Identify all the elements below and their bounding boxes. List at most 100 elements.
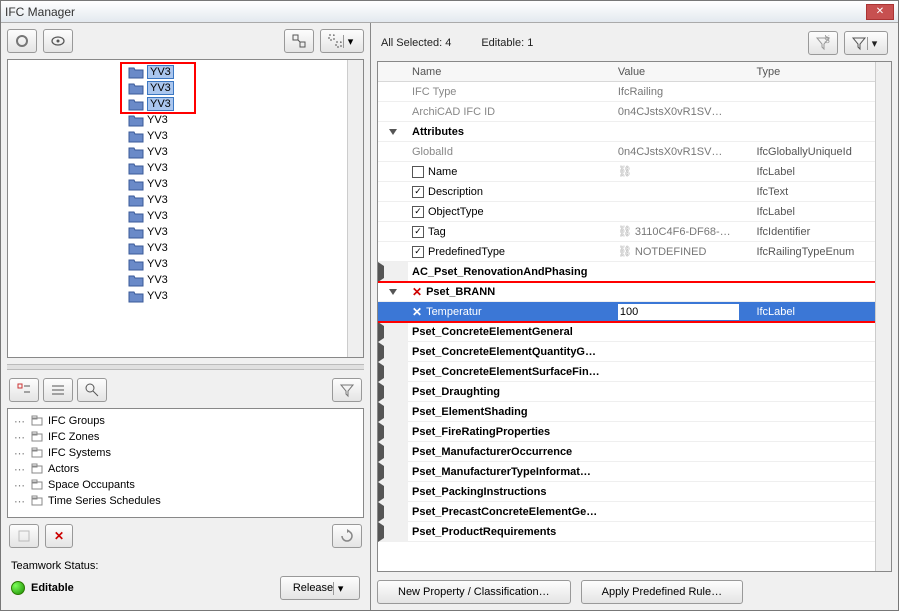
lower-tree-item[interactable]: ⋯IFC Groups: [14, 413, 357, 429]
lower-tree[interactable]: ⋯IFC Groups⋯IFC Zones⋯IFC Systems⋯Actors…: [7, 408, 364, 518]
group-row[interactable]: Pset_ElementShading: [378, 402, 891, 422]
titlebar: IFC Manager ✕: [1, 1, 898, 23]
delete-item-button[interactable]: ✕: [45, 524, 73, 548]
expander-icon[interactable]: [378, 462, 408, 482]
window-title: IFC Manager: [5, 5, 866, 19]
close-button[interactable]: ✕: [866, 4, 894, 20]
refresh-icon-button[interactable]: [332, 524, 362, 548]
group-row[interactable]: Pset_ConcreteElementQuantityG…: [378, 342, 891, 362]
tree-item[interactable]: YV3: [8, 208, 363, 224]
group-row[interactable]: Pset_ManufacturerOccurrence: [378, 442, 891, 462]
left-splitter[interactable]: [7, 364, 364, 370]
prop-scrollbar[interactable]: [875, 62, 891, 571]
property-panel[interactable]: Name Value Type IFC TypeIfcRailing Archi…: [377, 61, 892, 572]
tree-item[interactable]: YV3: [8, 64, 363, 80]
tree-item[interactable]: YV3: [8, 256, 363, 272]
checkbox[interactable]: ✓: [412, 186, 424, 198]
right-panel: All Selected: 4 Editable: 1 § ▾ Name Val…: [371, 23, 898, 610]
group-row[interactable]: Pset_ConcreteElementSurfaceFin…: [378, 362, 891, 382]
tree-item-label: YV3: [147, 194, 168, 206]
tree-item[interactable]: YV3: [8, 240, 363, 256]
lower-tree-item[interactable]: ⋯Time Series Schedules: [14, 493, 357, 509]
window: IFC Manager ✕ ▾ YV3YV3YV3YV3YV3YV3YV3YV3…: [0, 0, 899, 611]
tree-item[interactable]: YV3: [8, 272, 363, 288]
list-icon-button[interactable]: [43, 378, 73, 402]
lower-tree-item[interactable]: ⋯Space Occupants: [14, 477, 357, 493]
group-row[interactable]: Pset_PrecastConcreteElementGe…: [378, 502, 891, 522]
lower-tree-item[interactable]: ⋯IFC Zones: [14, 429, 357, 445]
tree-item[interactable]: YV3: [8, 80, 363, 96]
toggle-b-button[interactable]: ▾: [320, 29, 364, 53]
expander-icon[interactable]: [389, 129, 397, 135]
lower-tree-item[interactable]: ⋯Actors: [14, 461, 357, 477]
lower-tree-label: IFC Zones: [48, 431, 99, 443]
expander-icon[interactable]: [378, 362, 408, 382]
tree-item[interactable]: YV3: [8, 96, 363, 112]
expander-icon[interactable]: [378, 482, 408, 502]
filter-funnel-button[interactable]: [332, 378, 362, 402]
expander-icon[interactable]: [378, 322, 408, 342]
group-row[interactable]: Pset_ConcreteElementGeneral: [378, 322, 891, 342]
assign-icon-button[interactable]: [9, 378, 39, 402]
expander-icon[interactable]: [378, 522, 408, 542]
group-row[interactable]: Pset_Draughting: [378, 382, 891, 402]
left-panel: ▾ YV3YV3YV3YV3YV3YV3YV3YV3YV3YV3YV3YV3YV…: [1, 23, 371, 610]
group-row[interactable]: Pset_PackingInstructions: [378, 482, 891, 502]
tree-item[interactable]: YV3: [8, 160, 363, 176]
filter-dropdown-button[interactable]: ▾: [844, 31, 888, 55]
checkbox[interactable]: [412, 166, 424, 178]
lower-tree-label: Space Occupants: [48, 479, 135, 491]
checkbox[interactable]: ✓: [412, 246, 424, 258]
prop-row: ✓Tag⛓ 3110C4F6-DF68-…IfcIdentifier: [378, 222, 891, 242]
tree-item[interactable]: YV3: [8, 224, 363, 240]
lower-tree-item[interactable]: ⋯IFC Systems: [14, 445, 357, 461]
prop-row: ✓DescriptionIfcText: [378, 182, 891, 202]
toggle-a-button[interactable]: [284, 29, 314, 53]
release-button[interactable]: Release ▾: [280, 576, 360, 600]
expander-icon[interactable]: [378, 402, 408, 422]
expander-icon[interactable]: [378, 422, 408, 442]
new-item-button[interactable]: [9, 524, 39, 548]
expander-icon[interactable]: [389, 289, 397, 295]
lower-toolbar: [7, 376, 364, 404]
tree-item[interactable]: YV3: [8, 176, 363, 192]
group-row-brann[interactable]: ✕ Pset_BRANN: [378, 282, 891, 302]
expander-icon[interactable]: [378, 262, 408, 282]
delete-x-icon[interactable]: ✕: [412, 305, 422, 319]
new-property-button[interactable]: New Property / Classification…: [377, 580, 571, 604]
chevron-down-icon[interactable]: ▾: [343, 35, 357, 48]
checkbox[interactable]: ✓: [412, 206, 424, 218]
search-icon-button[interactable]: [77, 378, 107, 402]
group-row-attributes[interactable]: Attributes: [378, 122, 891, 142]
group-row[interactable]: Pset_ManufacturerTypeInformat…: [378, 462, 891, 482]
group-row[interactable]: AC_Pset_RenovationAndPhasing: [378, 262, 891, 282]
filter-settings-button[interactable]: §: [808, 31, 838, 55]
checkbox[interactable]: ✓: [412, 226, 424, 238]
tree-item[interactable]: YV3: [8, 112, 363, 128]
prop-row: GlobalId0n4CJstsX0vR1SV…IfcGloballyUniqu…: [378, 142, 891, 162]
tree-item[interactable]: YV3: [8, 128, 363, 144]
expander-icon[interactable]: [378, 382, 408, 402]
group-row[interactable]: Pset_FireRatingProperties: [378, 422, 891, 442]
record-icon-button[interactable]: [7, 29, 37, 53]
tree-item[interactable]: YV3: [8, 288, 363, 304]
apply-rule-button[interactable]: Apply Predefined Rule…: [581, 580, 743, 604]
expander-icon[interactable]: [378, 342, 408, 362]
eye-icon-button[interactable]: [43, 29, 73, 53]
tree-item-label: YV3: [147, 242, 168, 254]
chevron-down-icon[interactable]: ▾: [333, 582, 347, 595]
tree-scrollbar[interactable]: [347, 60, 363, 357]
group-row[interactable]: Pset_ProductRequirements: [378, 522, 891, 542]
tree-panel[interactable]: YV3YV3YV3YV3YV3YV3YV3YV3YV3YV3YV3YV3YV3Y…: [7, 59, 364, 358]
expander-icon[interactable]: [378, 502, 408, 522]
release-label: Release: [293, 582, 333, 594]
prop-row-selected[interactable]: ✕ Temperatur IfcLabel: [378, 302, 891, 322]
expander-icon[interactable]: [378, 442, 408, 462]
tree-item[interactable]: YV3: [8, 192, 363, 208]
value-input[interactable]: [618, 304, 739, 320]
property-header: Name Value Type: [378, 62, 891, 82]
delete-x-icon[interactable]: ✕: [412, 285, 422, 299]
chevron-down-icon[interactable]: ▾: [867, 37, 881, 50]
lower-left: ⋯IFC Groups⋯IFC Zones⋯IFC Systems⋯Actors…: [7, 376, 364, 550]
tree-item[interactable]: YV3: [8, 144, 363, 160]
